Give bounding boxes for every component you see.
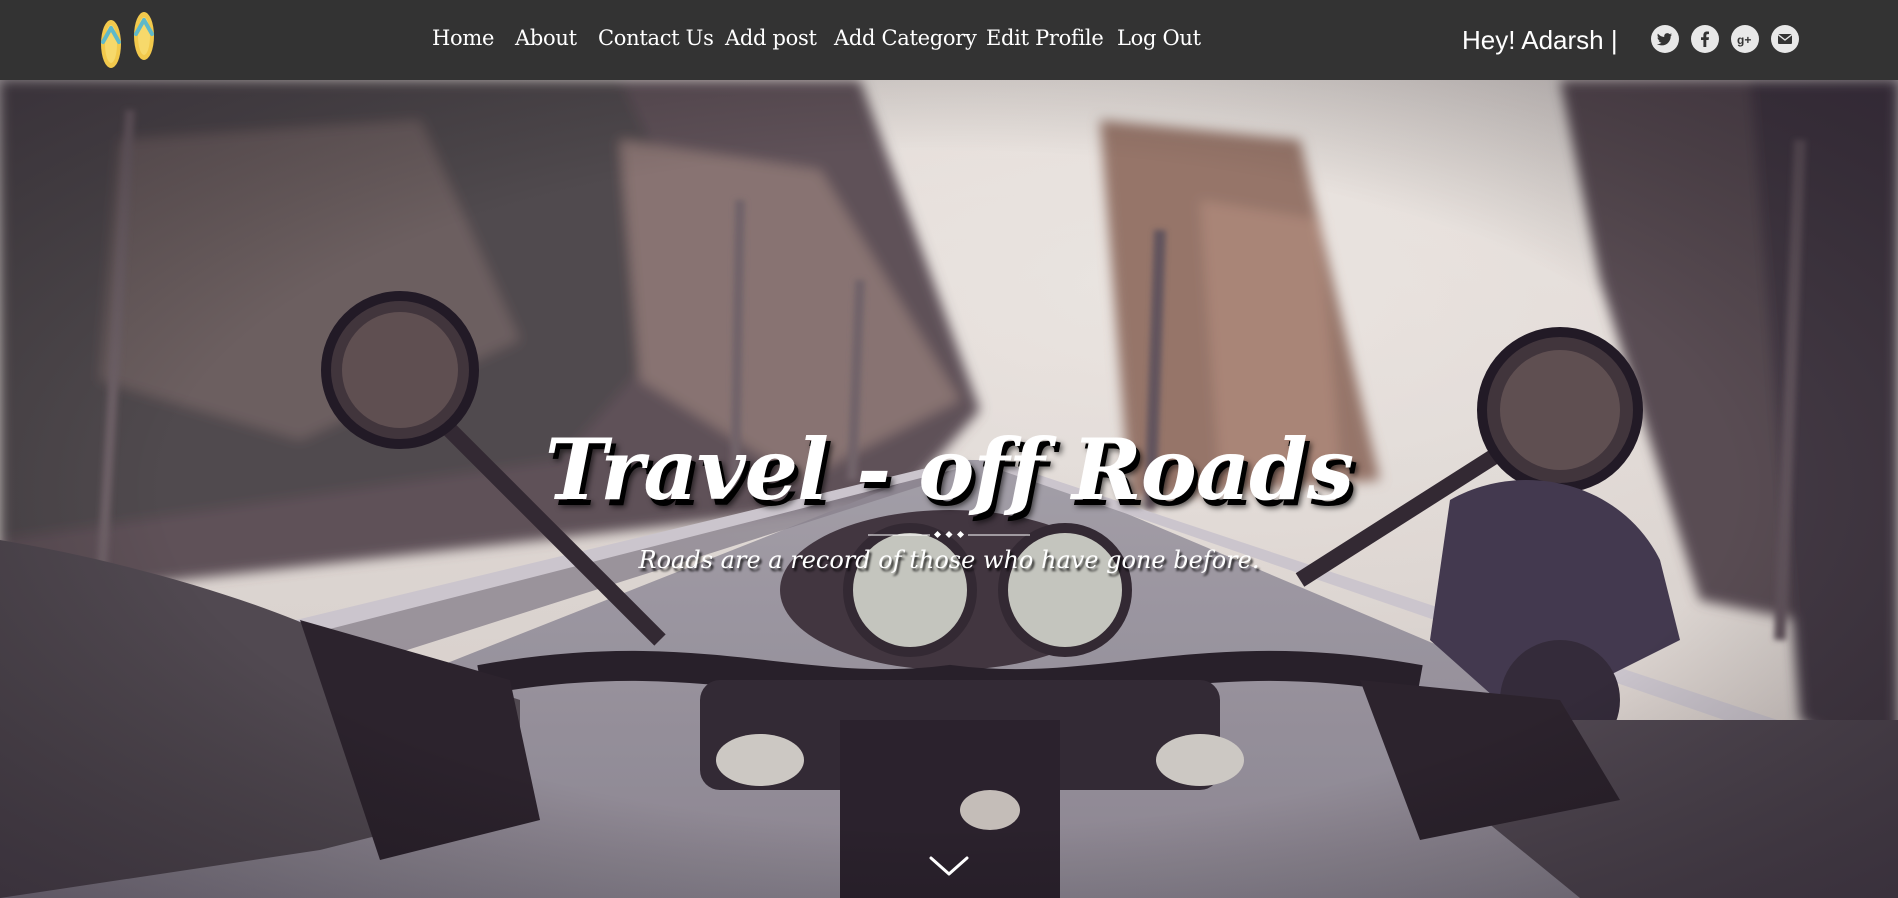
top-navbar: Home About Contact Us Add post Add Categ… <box>0 0 1898 80</box>
user-greeting: Hey! Adarsh | <box>1462 25 1618 55</box>
google-plus-icon[interactable]: g+ <box>1731 25 1759 53</box>
title-divider-ornament <box>868 530 1030 539</box>
twitter-icon[interactable] <box>1651 25 1679 53</box>
nav-edit-profile-link[interactable]: Edit Profile <box>986 26 1104 50</box>
nav-logout-link[interactable]: Log Out <box>1117 26 1201 50</box>
nav-add-category-link[interactable]: Add Category <box>834 26 977 50</box>
hero-banner: Travel - off Roads Roads are a record of… <box>0 80 1898 898</box>
nav-contact-link[interactable]: Contact Us <box>598 26 714 50</box>
nav-about-link[interactable]: About <box>515 26 577 50</box>
svg-text:g+: g+ <box>1737 33 1751 47</box>
facebook-icon[interactable] <box>1691 25 1719 53</box>
chevron-down-icon[interactable] <box>928 852 970 880</box>
hero-subtitle: Roads are a record of those who have gon… <box>638 546 1260 574</box>
nav-home-link[interactable]: Home <box>432 26 494 50</box>
mail-icon[interactable] <box>1771 25 1799 53</box>
hero-title: Travel - off Roads <box>544 420 1354 519</box>
nav-add-post-link[interactable]: Add post <box>725 26 817 50</box>
